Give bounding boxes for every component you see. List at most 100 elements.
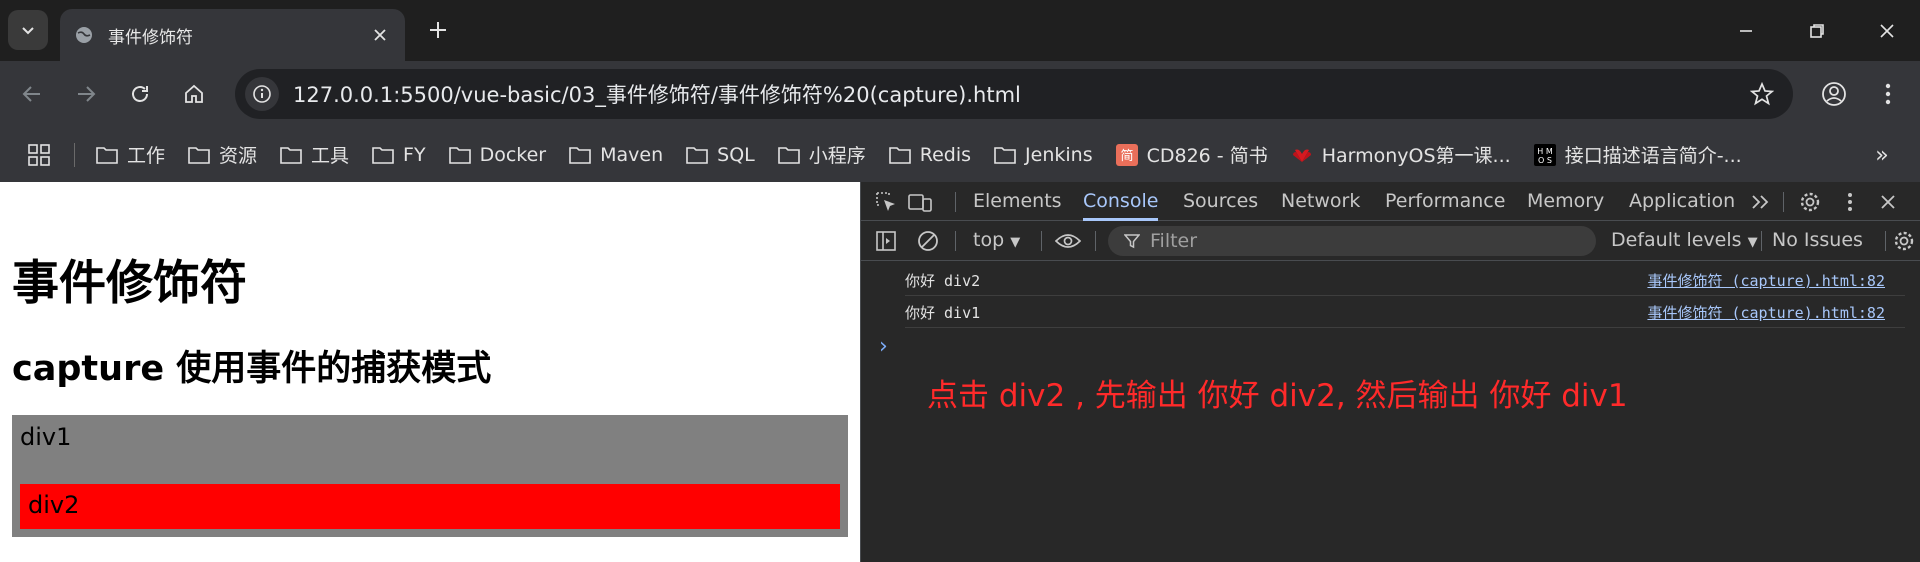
folder-icon <box>371 145 395 165</box>
restore-button[interactable] <box>1800 14 1834 48</box>
log-source-link[interactable]: 事件修饰符 (capture).html:82 <box>1647 302 1885 323</box>
more-tabs-icon[interactable] <box>1747 189 1773 215</box>
inspect-element-icon[interactable] <box>873 189 899 215</box>
bookmark-label: Redis <box>919 143 972 166</box>
tab-divider <box>955 192 956 212</box>
div2-label: div2 <box>28 491 80 519</box>
console-filter-input[interactable]: Filter <box>1108 226 1596 256</box>
settings-gear-icon[interactable] <box>1797 189 1823 215</box>
sidebar-toggle-icon[interactable] <box>873 228 899 254</box>
close-tab-icon[interactable] <box>369 24 391 46</box>
arrow-right-icon <box>78 86 96 102</box>
bookmark-list: 工作 资源 工具 FY Docker Maven SQL 小程序 Redis Jenkins 简 CD… <box>95 137 1764 173</box>
bookmark-item[interactable]: SQL <box>685 137 755 173</box>
caret-down-icon: ▼ <box>1747 235 1758 250</box>
console-toolbar: top ▼ Filter Default levels ▼ No Issues <box>861 221 1920 261</box>
tab-search-button[interactable] <box>8 10 48 50</box>
toolbar-divider <box>1761 231 1762 251</box>
log-message: 你好 div1 <box>905 304 981 322</box>
plus-icon <box>430 22 446 38</box>
browser-tab[interactable]: 事件修饰符 <box>60 9 405 61</box>
bookmark-item[interactable]: Redis <box>888 137 971 173</box>
reload-icon <box>132 86 148 102</box>
more-bookmarks-icon[interactable]: » <box>1868 141 1896 169</box>
close-window-button[interactable] <box>1870 14 1904 48</box>
bookmark-label: Maven <box>600 143 664 166</box>
bookmark-item[interactable]: 小程序 <box>777 137 866 173</box>
bookmark-item[interactable]: 工具 <box>279 137 349 173</box>
close-icon <box>1880 24 1894 38</box>
minimize-icon <box>1740 30 1752 32</box>
levels-label: Default levels <box>1611 229 1742 251</box>
bookmark-item[interactable]: Jenkins <box>993 137 1093 173</box>
home-icon <box>185 84 203 103</box>
div1-label: div1 <box>20 423 72 451</box>
bookmark-item[interactable]: HarmonyOS第一课... <box>1290 137 1511 173</box>
annotation-text: 点击 div2 , 先输出 你好 div2, 然后输出 你好 div1 <box>927 378 1628 414</box>
bookmark-label: SQL <box>717 143 755 166</box>
kebab-menu-icon <box>1885 83 1891 105</box>
device-toolbar-icon[interactable] <box>907 189 933 215</box>
forward-button[interactable] <box>70 78 102 110</box>
toolbar-divider <box>1885 231 1886 251</box>
close-devtools-icon[interactable] <box>1875 189 1901 215</box>
caret-down-icon: ▼ <box>1010 235 1021 250</box>
bookmark-label: Jenkins <box>1025 143 1093 166</box>
eye-icon[interactable] <box>1055 228 1081 254</box>
browser-toolbar: 127.0.0.1:5500/vue-basic/03_事件修饰符/事件修饰符%… <box>0 61 1920 127</box>
filter-funnel-icon <box>1122 231 1142 251</box>
bookmark-item[interactable]: 工作 <box>95 137 165 173</box>
bookmark-item[interactable]: Docker <box>448 137 547 173</box>
minimize-button[interactable] <box>1729 14 1763 48</box>
devtools-menu-icon[interactable] <box>1837 189 1863 215</box>
folder-icon <box>685 145 709 165</box>
menu-button[interactable] <box>1872 78 1904 110</box>
bookmark-item[interactable]: Maven <box>568 137 663 173</box>
context-selector[interactable]: top ▼ <box>973 229 1020 251</box>
tab-divider <box>1783 192 1784 212</box>
url-text[interactable]: 127.0.0.1:5500/vue-basic/03_事件修饰符/事件修饰符%… <box>293 79 1747 109</box>
tab-network[interactable]: Network <box>1281 182 1360 221</box>
tab-sources[interactable]: Sources <box>1183 182 1258 221</box>
console-settings-gear-icon[interactable] <box>1891 228 1917 254</box>
log-levels-dropdown[interactable]: Default levels ▼ <box>1611 229 1758 251</box>
globe-icon <box>76 27 92 43</box>
home-button[interactable] <box>178 78 210 110</box>
tab-elements[interactable]: Elements <box>973 182 1062 221</box>
console-prompt[interactable]: › <box>879 334 888 359</box>
bookmark-label: 资源 <box>219 145 258 167</box>
folder-icon <box>568 145 592 165</box>
bookmark-label: Docker <box>479 143 547 166</box>
tab-title: 事件修饰符 <box>108 27 193 48</box>
bookmark-item[interactable]: H MO S 接口描述语言简介-... <box>1533 137 1742 173</box>
bookmark-item[interactable]: 资源 <box>187 137 257 173</box>
clear-console-icon[interactable] <box>915 228 941 254</box>
toolbar-divider <box>955 231 956 251</box>
log-source-link[interactable]: 事件修饰符 (capture).html:82 <box>1647 270 1885 291</box>
bookmark-label: 接口描述语言简介-... <box>1564 145 1742 167</box>
bookmark-label: 小程序 <box>808 145 866 167</box>
bookmark-item[interactable]: FY <box>371 137 426 173</box>
tab-application[interactable]: Application <box>1629 182 1735 221</box>
bookmark-star-icon[interactable] <box>1747 79 1777 109</box>
div1-box[interactable]: div1 div2 <box>12 415 848 537</box>
issues-counter[interactable]: No Issues <box>1772 229 1863 251</box>
chevron-down-icon <box>22 27 34 35</box>
div2-box[interactable]: div2 <box>20 484 840 529</box>
apps-grid-icon[interactable] <box>26 142 52 168</box>
profile-button[interactable] <box>1818 78 1850 110</box>
reload-button[interactable] <box>124 78 156 110</box>
site-info-icon[interactable] <box>245 77 279 111</box>
back-button[interactable] <box>16 78 48 110</box>
bookmarks-divider <box>74 142 75 167</box>
new-tab-button[interactable] <box>424 16 452 44</box>
tab-console[interactable]: Console <box>1083 182 1159 221</box>
jianshu-icon: 简 <box>1115 143 1139 166</box>
bookmark-label: HarmonyOS第一课... <box>1321 145 1511 167</box>
bookmark-item[interactable]: 简 CD826 - 简书 <box>1115 137 1268 173</box>
console-log-row: 你好 div1 事件修饰符 (capture).html:82 <box>905 296 1905 328</box>
restore-icon <box>1810 24 1824 38</box>
address-bar[interactable]: 127.0.0.1:5500/vue-basic/03_事件修饰符/事件修饰符%… <box>235 69 1793 119</box>
tab-memory[interactable]: Memory <box>1527 182 1604 221</box>
tab-performance[interactable]: Performance <box>1385 182 1505 221</box>
